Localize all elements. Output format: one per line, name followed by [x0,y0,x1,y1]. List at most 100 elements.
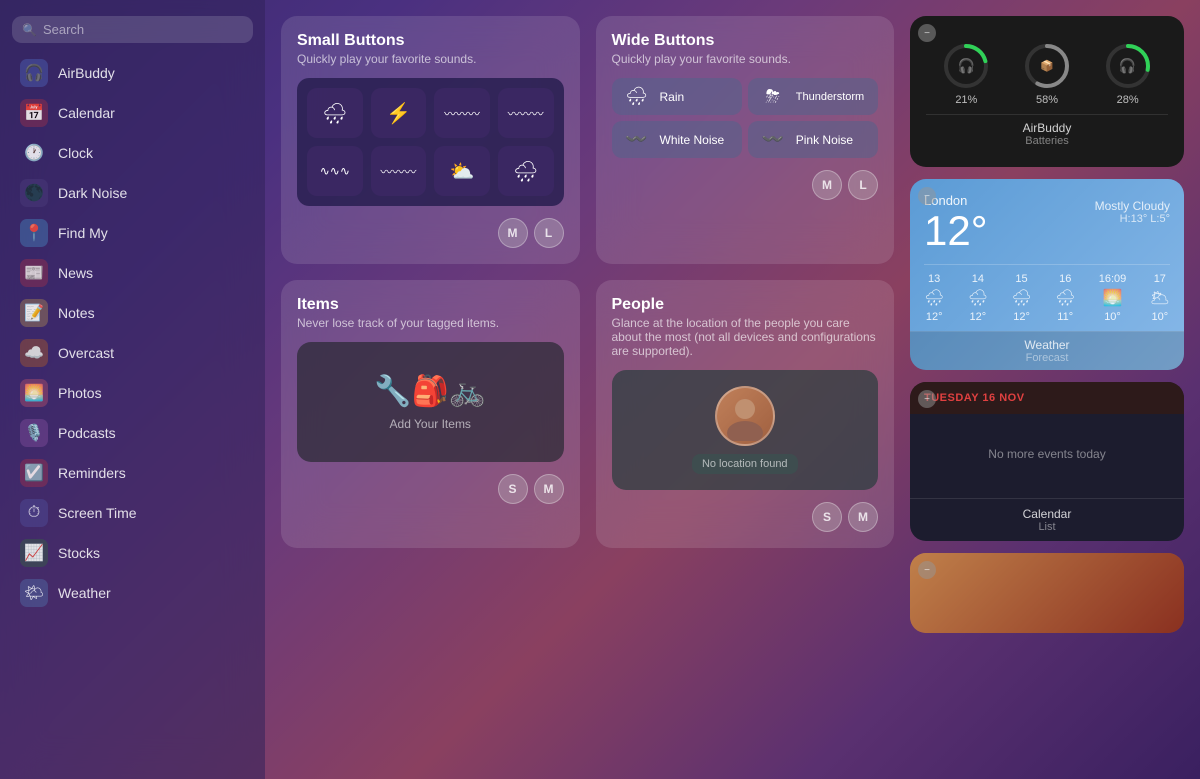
calendar-body: No more events today [910,414,1184,494]
btn-rain2[interactable]: 🌧 [498,146,554,196]
thunder-label: Thunderstorm [796,91,864,103]
person-avatar [715,386,775,446]
sidebar-label-news: News [58,265,93,281]
sidebar-label-find-my: Find My [58,225,108,241]
small-buttons-card: Small Buttons Quickly play your favorite… [281,16,580,264]
sidebar-item-weather[interactable]: 🌤 Weather [6,573,259,613]
weather-content: London 12° Mostly Cloudy H:13° L:5° 13🌧1… [910,179,1184,370]
thunder-icon: ⛈ [758,86,788,107]
items-card: Items Never lose track of your tagged it… [281,280,580,548]
calendar-app-icon: 📅 [20,99,48,127]
sidebar-label-overcast: Overcast [58,345,114,361]
weather-condition: Mostly Cloudy [1095,199,1170,213]
weather-forecast: 13🌧12°14🌧12°15🌧12°16🌧11°16:09🌅10°17🌥10° [924,264,1170,323]
people-title: People [612,296,879,314]
wide-btn-white-noise[interactable]: 〰️ White Noise [612,121,742,158]
overcast-app-icon: ☁️ [20,339,48,367]
sidebar-item-stocks[interactable]: 📈 Stocks [6,533,259,573]
sidebar-label-notes: Notes [58,305,95,321]
calendar-widget: − TUESDAY 16 NOV No more events today Ca… [910,382,1184,541]
sidebar-label-clock: Clock [58,145,93,161]
items-icons: 🔧🎒🚲 [374,374,486,409]
search-icon: 🔍 [22,23,37,37]
sidebar-item-airbuddy[interactable]: 🎧AirBuddy [6,53,259,93]
wide-btn-thunder[interactable]: ⛈ Thunderstorm [748,78,878,115]
people-preview: No location found [612,370,879,490]
sidebar: 🔍 🎧AirBuddy 📅 Calendar 🕐 Clock 🌑Dark Noise 📍 Fi… [0,0,265,779]
sidebar-item-podcasts[interactable]: 🎙️Podcasts [6,413,259,453]
btn-wave2[interactable]: 〰〰〰 [498,88,554,138]
forecast-item: 16:09🌅10° [1099,273,1127,323]
sidebar-item-reminders[interactable]: ☑️Reminders [6,453,259,493]
avatar-s: S [498,474,528,504]
pink-noise-label: Pink Noise [796,133,853,147]
ring-right: 🎧 [1104,42,1152,90]
stocks-app-icon: 📈 [20,539,48,567]
avatar-m3: M [534,474,564,504]
wide-buttons-card: Wide Buttons Quickly play your favorite … [596,16,895,264]
pink-noise-icon: 〰️ [758,129,788,150]
circle-center: 📦 58% [1023,42,1071,106]
weather-app-icon: 🌤 [20,579,48,607]
sidebar-item-clock[interactable]: 🕐 Clock [6,133,259,173]
weather-app-name: Weather [916,338,1178,352]
sidebar-item-news[interactable]: 📰 News [6,253,259,293]
photos-app-icon: 🌅 [20,379,48,407]
btn-thunder[interactable]: ⚡ [371,88,427,138]
avatar-l: L [534,218,564,248]
find-my-app-icon: 📍 [20,219,48,247]
sidebar-item-overcast[interactable]: ☁️ Overcast [6,333,259,373]
btn-rain[interactable]: 🌧 [307,88,363,138]
ring-center: 📦 [1023,42,1071,90]
weather-close-btn[interactable]: − [918,187,936,205]
sidebar-label-calendar: Calendar [58,105,115,121]
people-card: People Glance at the location of the peo… [596,280,895,548]
avatar-m4: M [848,502,878,532]
items-title: Items [297,296,564,314]
airbuddy-close-btn[interactable]: − [918,24,936,42]
wide-btn-pink-noise[interactable]: 〰️ Pink Noise [748,121,878,158]
search-bar[interactable]: 🔍 [12,16,253,43]
calendar-header: TUESDAY 16 NOV [910,382,1184,414]
forecast-item: 16🌧11° [1055,273,1075,323]
news-app-icon: 📰 [20,259,48,287]
wide-buttons-avatars: M L [612,170,879,200]
white-noise-label: White Noise [660,133,725,147]
airbuddy-circles: 🎧 21% 📦 58% [926,32,1168,106]
weather-sub: Forecast [916,352,1178,364]
sidebar-item-calendar[interactable]: 📅 Calendar [6,93,259,133]
main-content: Small Buttons Quickly play your favorite… [265,0,910,779]
forecast-item: 15🌧12° [1011,273,1031,323]
search-input[interactable] [43,22,243,37]
clock-app-icon: 🕐 [20,139,48,167]
notes-app-icon: 📝 [20,299,48,327]
podcasts-app-icon: 🎙️ [20,419,48,447]
sidebar-item-notes[interactable]: 📝 Notes [6,293,259,333]
circle-left-pct: 21% [955,94,977,106]
wide-btn-rain[interactable]: 🌧 Rain [612,78,742,115]
sidebar-item-screen-time[interactable]: ⏱Screen Time [6,493,259,533]
btn-cloud[interactable]: ⛅ [434,146,490,196]
sidebar-item-find-my[interactable]: 📍 Find My [6,213,259,253]
right-panel: − 🎧 21% [910,0,1200,779]
circle-center-pct: 58% [1036,94,1058,106]
airbuddy-widget: − 🎧 21% [910,16,1184,167]
circle-right: 🎧 28% [1104,42,1152,106]
wide-buttons-subtitle: Quickly play your favorite sounds. [612,52,879,66]
sidebar-label-weather: Weather [58,585,111,601]
btn-wave1[interactable]: 〰〰〰 [434,88,490,138]
sidebar-item-photos[interactable]: 🌅Photos [6,373,259,413]
btn-wave3[interactable]: ∿∿∿ [307,146,363,196]
btn-wave4[interactable]: 〰〰〰 [371,146,427,196]
sidebar-label-screen-time: Screen Time [58,505,137,521]
wide-buttons-title: Wide Buttons [612,32,879,50]
sidebar-label-stocks: Stocks [58,545,100,561]
rain-icon: 🌧 [622,86,652,107]
forecast-item: 17🌥10° [1150,273,1170,323]
forecast-item: 14🌧12° [968,273,988,323]
calendar-sub: List [918,521,1176,533]
ring-right-icon: 🎧 [1119,58,1136,75]
calendar-content: TUESDAY 16 NOV No more events today Cale… [910,382,1184,541]
calendar-app-name: Calendar [918,507,1176,521]
sidebar-item-dark-noise[interactable]: 🌑Dark Noise [6,173,259,213]
